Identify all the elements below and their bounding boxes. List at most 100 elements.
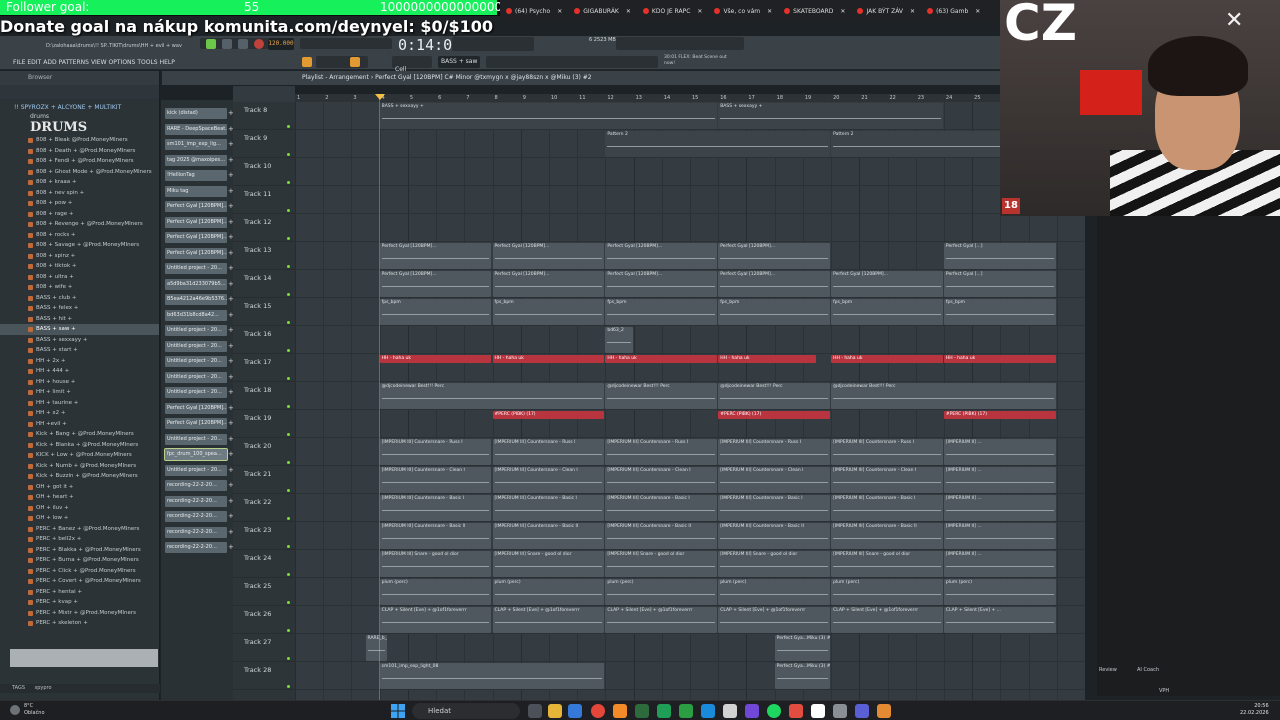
audio-clip[interactable]: [IMPERIUM III] Countersnare - Basic I [492,495,605,521]
playlist-grid[interactable]: BASS + sexxayy + BASS + sexxayy + Pattern … [295,102,1085,700]
clip-source-button[interactable]: recording-22-2-20... [165,542,227,553]
audio-clip[interactable]: [IMPERIUM II] ... [943,439,1056,465]
tempo-display[interactable]: 120.000 [268,38,294,50]
draw-tool-icon[interactable] [350,57,360,67]
browser-tab[interactable]: (64) Psycho ✕ [500,8,568,15]
browser-item[interactable]: 808 + tiktok + [0,261,159,272]
app-icon[interactable] [723,704,737,718]
audio-clip[interactable]: [IMPERIUM III] Snare - good ol dior [718,551,831,577]
audio-clip[interactable]: @djcodeinewar Best!!! Perc [605,383,718,409]
track-lane[interactable] [295,214,1085,242]
track-header[interactable]: Track 18 [233,382,295,410]
track-mute-led-icon[interactable] [287,237,290,240]
audio-clip[interactable]: [IMPERIUM III] Countersnare - Russ I [718,439,831,465]
browser-item[interactable]: 808 + wife + [0,282,159,293]
timeline-ruler[interactable]: 1 2 3 4 5 6 7 8 9 10 11 12 13 14 15 16 17 18 19 20 21 22 23 24 2… [295,94,1085,102]
audio-clip[interactable]: [IMPERIUM III] Countersnare - Clean I [718,467,831,493]
app-icon[interactable] [789,704,803,718]
browser-tab[interactable]: SKATEBOARD ✕ [778,8,851,15]
browser-item[interactable]: 808 + Fendi + @Prod.MoneyMIners [0,156,159,167]
menu-item-edit[interactable]: EDIT [27,59,41,66]
track-header[interactable]: Track 17 [233,354,295,382]
add-clip-icon[interactable]: + [228,325,234,336]
tab-close-icon[interactable]: ✕ [767,8,772,15]
audio-clip[interactable]: HH - haha uk [605,355,718,363]
browser-item[interactable]: PERC + Blakka + @Prod.MoneyMIners [0,545,159,556]
clip-source-button[interactable]: Untitled project - 20... [165,325,227,336]
audio-clip[interactable]: HH - haha uk [718,355,816,363]
track-header[interactable]: Track 13 [233,242,295,270]
audio-clip[interactable]: [IMPERIUM III] Countersnare - Basic II [831,523,943,549]
excel-icon[interactable] [657,704,671,718]
clip-source-button[interactable]: Miku tag [165,185,227,197]
browser-item[interactable]: PERC + Mistr + @Prod.MoneyMIners [0,608,159,619]
window-buttons[interactable] [616,37,744,50]
add-clip-icon[interactable]: + [228,124,234,135]
tags-value[interactable]: spypro [35,685,52,691]
browser-tab[interactable]: (63) Gamb ✕ [921,8,986,15]
audio-clip[interactable]: [IMPERIUM III] Countersnare - Clean I [605,467,718,493]
clip-source-button[interactable]: a5d9ba31d233079b5... [165,278,227,290]
audio-clip[interactable]: [IMPERIUM III] Countersnare - Russ I [379,439,492,465]
browser-item[interactable]: 808 + Bleak @Prod.MoneyMIners [0,135,159,146]
menu-item-help[interactable]: HELP [160,59,175,66]
play-icon[interactable] [222,39,232,49]
add-clip-icon[interactable]: + [228,217,234,228]
add-clip-icon[interactable]: + [228,263,234,274]
pattern-clip[interactable]: Pattern 2 [605,131,831,157]
add-clip-icon[interactable]: + [228,465,234,476]
clip-source-button[interactable]: recording-22-2-20... [165,526,227,538]
audio-clip[interactable]: [IMPERIUM III] Countersnare - Clean I [492,467,605,493]
add-clip-icon[interactable]: + [228,139,234,150]
audio-clip[interactable]: Perfect Gya...Miku (3) #2 [774,663,831,689]
add-clip-icon[interactable]: + [228,527,234,538]
add-clip-icon[interactable]: + [228,542,234,553]
audio-clip[interactable]: [IMPERIUM II] ... [943,551,1056,577]
review-label[interactable]: Review [1099,667,1117,673]
audio-clip[interactable]: #PERC (PIBK) (17) [492,411,605,419]
audio-clip[interactable]: Perfect Gyal [120BPM]... [379,243,492,269]
audio-clip[interactable]: plum (perc) [492,579,605,605]
track-header[interactable]: Track 15 [233,298,295,326]
clip-source-button[interactable]: recording-22-2-20... [165,495,227,507]
browser-item[interactable]: HH + 2x + [0,356,159,367]
audio-clip[interactable]: Perfect Gyal [120BPM]... [379,271,492,297]
taskbar-search[interactable]: Hledat [412,703,520,719]
spotify-icon[interactable] [767,704,781,718]
browser-item[interactable]: 808 + pow + [0,198,159,209]
clip-source-button[interactable]: B5ea4212a46e9b5376... [165,294,227,305]
track-header[interactable]: Track 8 [233,102,295,130]
browser-item[interactable]: 808 + rage + [0,209,159,220]
clip-source-button[interactable]: Untitled project - 20... [165,263,227,274]
add-clip-icon[interactable]: + [228,480,234,491]
browser-tab[interactable]: Vše, co vám ✕ [708,8,778,15]
clip-source-button[interactable]: kick (distad) [165,108,227,119]
audio-clip[interactable]: [IMPERIUM III] Snare - good ol dior [605,551,718,577]
chrome-icon[interactable] [591,704,605,718]
clip-source-button[interactable]: Untitled project - 20... [165,387,227,398]
playlist-tools[interactable] [233,86,295,102]
track-lane[interactable] [295,186,1085,214]
master-volume-slider[interactable] [452,37,534,51]
add-clip-icon[interactable]: + [228,186,234,197]
menu-item-add[interactable]: ADD [43,59,56,66]
browser-item[interactable]: 808 + nev spin + [0,188,159,199]
clip-source-button[interactable]: !HellionTag [165,170,227,181]
tab-close-icon[interactable]: ✕ [975,8,980,15]
fl-studio-icon[interactable] [613,704,627,718]
track-header[interactable]: Track 9 [233,130,295,158]
audio-clip[interactable]: [IMPERIUM III] Countersnare - Basic II [492,523,605,549]
browser-item[interactable]: 808 + ultra + [0,272,159,283]
browser-item[interactable]: BASS + hit + [0,314,159,325]
clip-source-button[interactable]: fpc_drum_100_spea... [164,448,228,461]
menu-item-view[interactable]: VIEW [91,59,107,66]
app-icon[interactable] [855,704,869,718]
audio-clip[interactable]: [IMPERIUM III] Countersnare - Clean I [379,467,492,493]
audio-clip[interactable]: Perfect Gyal [120BPM]... [492,243,605,269]
audio-clip[interactable]: fps_bpm [943,299,1056,325]
track-header[interactable]: Track 12 [233,214,295,242]
audio-clip[interactable]: @djcodeinewar Best!!! Perc [379,383,605,409]
audio-clip[interactable]: fps_bpm [379,299,492,325]
clip-source-button[interactable]: sm101_imp_exp_lig... [165,139,227,150]
track-header[interactable]: Track 21 [233,466,295,494]
